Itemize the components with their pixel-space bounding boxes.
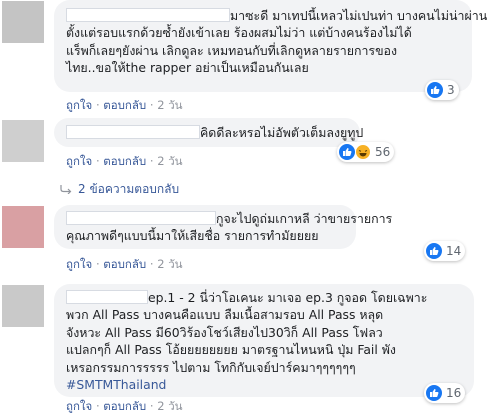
- redacted-name[interactable]: [66, 125, 200, 139]
- comment-line-row: กูจะไปดูถ่มเกาหลี ว่าขายรายการ: [66, 210, 392, 227]
- reaction-count-text: 3: [447, 83, 455, 97]
- reply-link[interactable]: ตอบกลับ: [103, 154, 146, 168]
- comment-actions: ถูกใจ · ตอบกลับ · 2 วัน: [66, 256, 183, 274]
- reaction-count[interactable]: 16: [424, 383, 466, 403]
- reaction-count-text: 56: [375, 145, 391, 159]
- timestamp[interactable]: 2 วัน: [157, 257, 182, 271]
- like-link[interactable]: ถูกใจ: [66, 154, 92, 168]
- reaction-count-text: 16: [446, 386, 462, 400]
- timestamp[interactable]: 2 วัน: [157, 154, 182, 168]
- avatar[interactable]: [2, 206, 44, 248]
- reply-arrow-icon: [60, 183, 72, 197]
- like-link[interactable]: ถูกใจ: [66, 98, 92, 112]
- like-link[interactable]: ถูกใจ: [66, 399, 92, 413]
- comment-line-row: คิดดีละหรอไม่อัพตัวเต็มลงยูทูป: [66, 124, 363, 141]
- like-link[interactable]: ถูกใจ: [66, 257, 92, 271]
- comment-line-row: ep.1 - 2 นี่ว่าโอเคนะ มาเจอ ep.3 กูจอด โ…: [66, 289, 462, 306]
- comment-line: เหรอกรรมการรรรร ไปตาม โทกิกับเจย์ปาร์คมา…: [66, 359, 356, 375]
- comment-line: แปลกๆก็ All Pass โอ้ยยยยยยยย มาตรฐานไหนห…: [66, 342, 396, 358]
- hashtag-link[interactable]: #SMTMThailand: [66, 376, 462, 393]
- like-icon: [427, 82, 443, 98]
- reaction-count[interactable]: 56: [337, 142, 395, 162]
- reply-link[interactable]: ตอบกลับ: [103, 257, 146, 271]
- reaction-count[interactable]: 3: [425, 80, 459, 100]
- like-icon: [426, 385, 442, 401]
- comment-bubble: มาซะดี มาเทปนี้เหลวไม่เปนท่า บางคนไม่น่า…: [54, 0, 487, 92]
- like-icon: [339, 144, 355, 160]
- reply-link[interactable]: ตอบกลับ: [103, 98, 146, 112]
- comment-line: แร็พก็เลยๆยังผ่าน เลิกดูละ เหมทอนกับที่เ…: [66, 42, 398, 58]
- comment-bubble: คิดดีละหรอไม่อัพตัวเต็มลงยูทูป: [54, 118, 363, 147]
- comment-line: คิดดีละหรอไม่อัพตัวเต็มลงยูทูป: [200, 125, 364, 140]
- timestamp[interactable]: 2 วัน: [157, 98, 182, 112]
- redacted-name[interactable]: [66, 290, 148, 304]
- view-replies-link[interactable]: 2 ข้อความตอบกลับ: [60, 180, 179, 199]
- view-replies-label: 2 ข้อความตอบกลับ: [78, 182, 180, 196]
- comment-line: ไทย..ขอให้the rapper อย่าเป็นเหมือนกันเล…: [66, 60, 309, 76]
- comment-bubble: กูจะไปดูถ่มเกาหลี ว่าขายรายการ คุณภาพดีๆ…: [54, 205, 392, 249]
- comment-line: มาซะดี มาเทปนี้เหลวไม่เปนท่า บางคนไม่น่า…: [230, 8, 488, 23]
- comment-line: ตั้งแต่รอบแรกด้วยซ้ำยังเข้าเลย ร้องผสมไม…: [66, 25, 412, 41]
- comment-bubble: ep.1 - 2 นี่ว่าโอเคนะ มาเจอ ep.3 กูจอด โ…: [54, 284, 474, 397]
- comment-actions: ถูกใจ · ตอบกลับ · 2 วัน: [66, 97, 183, 115]
- reaction-count[interactable]: 14: [424, 241, 466, 261]
- comment-line-1-row: มาซะดี มาเทปนี้เหลวไม่เปนท่า บางคนไม่น่า…: [66, 7, 487, 24]
- reaction-count-text: 14: [446, 244, 462, 258]
- comment-line: ep.1 - 2 นี่ว่าโอเคนะ มาเจอ ep.3 กูจอด โ…: [148, 290, 428, 305]
- comment-line: กูจะไปดูถ่มเกาหลี ว่าขายรายการ: [216, 211, 393, 226]
- reply-link[interactable]: ตอบกลับ: [103, 399, 146, 413]
- timestamp[interactable]: 2 วัน: [157, 399, 182, 413]
- comment-line: จังหวะ All Pass มี60วิร้องโชว์เสียงไป30ว…: [66, 324, 383, 340]
- comment-line: พวก All Pass บางคนคือแบบ ลืมเนื้อสามรอบ …: [66, 307, 384, 323]
- like-icon: [426, 243, 442, 259]
- avatar[interactable]: [2, 120, 44, 162]
- haha-icon: [355, 144, 371, 160]
- comment-actions: ถูกใจ · ตอบกลับ · 2 วัน: [66, 153, 183, 171]
- redacted-name[interactable]: [66, 8, 230, 22]
- comment-actions: ถูกใจ · ตอบกลับ · 2 วัน: [66, 398, 183, 416]
- redacted-name[interactable]: [66, 211, 216, 225]
- comment-line: คุณภาพดีๆแบบนี้มาให้เสียชื่อ รายการทำมัย…: [66, 228, 319, 244]
- avatar[interactable]: [2, 1, 44, 43]
- avatar[interactable]: [2, 285, 44, 327]
